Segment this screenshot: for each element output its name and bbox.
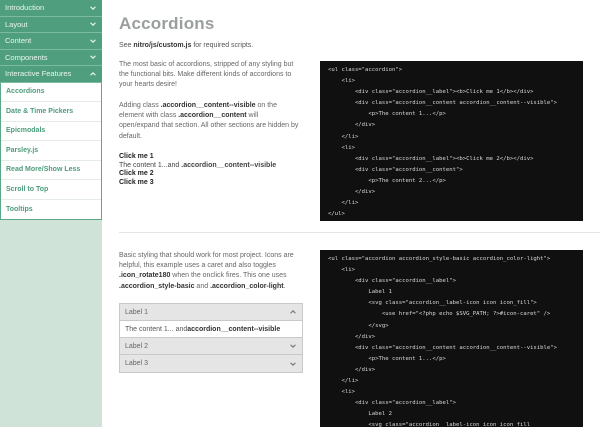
code-line: Label 2 xyxy=(328,411,392,418)
class-name: .accordion__content--visible xyxy=(160,102,256,109)
basic-accordion-demo: Click me 1 The content 1...and .accordio… xyxy=(119,153,304,187)
code-line: <p>The content 1...</p> xyxy=(328,355,446,362)
accordion-label-1[interactable]: Label 1 xyxy=(120,304,302,321)
sidebar-item-tooltips[interactable]: Tooltips xyxy=(1,200,101,220)
nav-group-label: Components xyxy=(5,52,48,62)
code-line: <div class="accordion__content accordion… xyxy=(328,344,558,351)
class-name: .accordion_color-light xyxy=(210,282,284,290)
code-block-styled-accordion: <ul class="accordion accordion_style-bas… xyxy=(320,250,583,427)
text: Adding class xyxy=(119,102,161,109)
text: when the onclick fires. This one uses xyxy=(170,272,287,280)
code-line: </div> xyxy=(328,122,376,129)
required-scripts-note: See nitro/js/custom.js for required scri… xyxy=(119,42,253,49)
class-name: .accordion_style-basic xyxy=(119,282,195,290)
code-block-basic-accordion: <ul class="accordion"> <li> <div class="… xyxy=(320,61,583,221)
section-divider xyxy=(119,232,600,233)
class-name: .icon_rotate180 xyxy=(119,272,171,280)
section1-description: The most basic of accordions, stripped o… xyxy=(119,61,294,89)
class-name: .accordion__content xyxy=(178,112,247,120)
nav-group-components[interactable]: Components xyxy=(0,49,102,66)
section2-description: Basic styling that should work for most … xyxy=(119,251,299,292)
page-title: Accordions xyxy=(119,14,215,33)
accordion-label-3[interactable]: Label 3 xyxy=(120,355,302,372)
code-line: <ul class="accordion accordion_style-bas… xyxy=(328,256,551,262)
accordion-label-2[interactable]: Click me 2 xyxy=(119,170,304,179)
see-prefix: See xyxy=(119,42,134,49)
accordion-content-1: The content 1...and .accordion__content-… xyxy=(119,162,304,171)
code-line: <div class="accordion__label"><b>Click m… xyxy=(328,89,534,96)
code-line: <div class="accordion__label"><b>Click m… xyxy=(328,155,534,162)
accordion-label-3[interactable]: Click me 3 xyxy=(119,179,304,188)
script-path: nitro/js/custom.js xyxy=(133,42,192,49)
code-line: Label 1 xyxy=(328,289,392,296)
section1-visible-note: Adding class .accordion__content--visibl… xyxy=(119,101,299,142)
nav-group-label: Interactive Features xyxy=(5,69,72,79)
text: and xyxy=(194,282,211,290)
chevron-down-icon xyxy=(90,39,96,43)
nav-group-content[interactable]: Content xyxy=(0,33,102,50)
code-line: </ul> xyxy=(328,211,345,218)
accordion-content-1: The content 1... and accordion__content-… xyxy=(120,321,302,338)
code-line: </svg> xyxy=(328,322,389,329)
label-text: Label 1 xyxy=(125,308,148,316)
sidebar-item-accordions[interactable]: Accordions xyxy=(1,83,101,102)
code-line: <div class="accordion__label"> xyxy=(328,278,456,285)
code-line: <svg class="accordion__label-icon icon i… xyxy=(328,422,531,427)
code-line: <p>The content 1...</p> xyxy=(328,111,446,118)
label-text: Label 2 xyxy=(125,342,148,350)
code-line: </div> xyxy=(328,333,376,340)
chevron-down-icon xyxy=(90,22,96,27)
text: The content 1...and xyxy=(119,161,182,169)
chevron-up-icon xyxy=(90,71,96,76)
code-line: <li> xyxy=(328,389,355,396)
code-line: <li> xyxy=(328,78,355,85)
sidebar-item-scroll-to-top[interactable]: Scroll to Top xyxy=(1,180,101,200)
text: . xyxy=(283,282,286,290)
text: The content 1... and xyxy=(125,325,188,333)
code-line: <li> xyxy=(328,267,355,274)
sidebar-item-parsley[interactable]: Parsley.js xyxy=(1,141,101,161)
caret-up-icon xyxy=(290,310,296,314)
nav-group-label: Introduction xyxy=(5,3,45,13)
code-line: <div class="accordion__content accordion… xyxy=(328,100,558,107)
code-line: </li> xyxy=(328,200,359,207)
class-name: accordion__content--visible xyxy=(187,325,281,333)
see-suffix: for required scripts. xyxy=(191,42,254,49)
code-line: <ul class="accordion"> xyxy=(328,67,403,73)
code-line: </li> xyxy=(328,378,359,385)
subnav-interactive-features: Accordions Date & Time Pickers Epicmodal… xyxy=(0,82,102,220)
sidebar: Introduction Layout Content Components I… xyxy=(0,0,102,427)
styled-accordion-demo: Label 1 The content 1... and accordion__… xyxy=(119,303,303,373)
sidebar-item-read-more[interactable]: Read More/Show Less xyxy=(1,161,101,180)
code-line: <div class="accordion__label"> xyxy=(328,400,456,407)
text: Basic styling that should work for most … xyxy=(119,252,294,270)
caret-down-icon xyxy=(290,344,296,348)
code-line: </div> xyxy=(328,366,376,373)
accordion-label-2[interactable]: Label 2 xyxy=(120,338,302,355)
code-line: <p>The content 2...</p> xyxy=(328,177,446,184)
nav-group-label: Layout xyxy=(5,19,28,29)
code-line: <li> xyxy=(328,144,355,151)
code-line: <use href="<?php echo $SVG_PATH; ?>#icon… xyxy=(328,311,551,318)
class-name: .accordion__content--visible xyxy=(181,161,277,169)
sidebar-item-epicmodals[interactable]: Epicmodals xyxy=(1,122,101,141)
code-line: </li> xyxy=(328,133,359,140)
sidebar-item-date-time-pickers[interactable]: Date & Time Pickers xyxy=(1,102,101,122)
caret-down-icon xyxy=(290,361,296,366)
nav-group-introduction[interactable]: Introduction xyxy=(0,0,102,17)
nav-group-layout[interactable]: Layout xyxy=(0,16,102,33)
nav-group-label: Content xyxy=(5,36,32,46)
code-line: <svg class="accordion__label-icon icon i… xyxy=(328,300,537,307)
nav-group-interactive-features[interactable]: Interactive Features xyxy=(0,66,102,83)
code-line: </div> xyxy=(328,189,376,196)
label-text: Label 3 xyxy=(125,360,148,367)
chevron-down-icon xyxy=(90,6,96,10)
chevron-down-icon xyxy=(90,55,96,60)
accordion-label-1[interactable]: Click me 1 xyxy=(119,153,304,162)
code-line: <div class="accordion__content"> xyxy=(328,166,463,173)
